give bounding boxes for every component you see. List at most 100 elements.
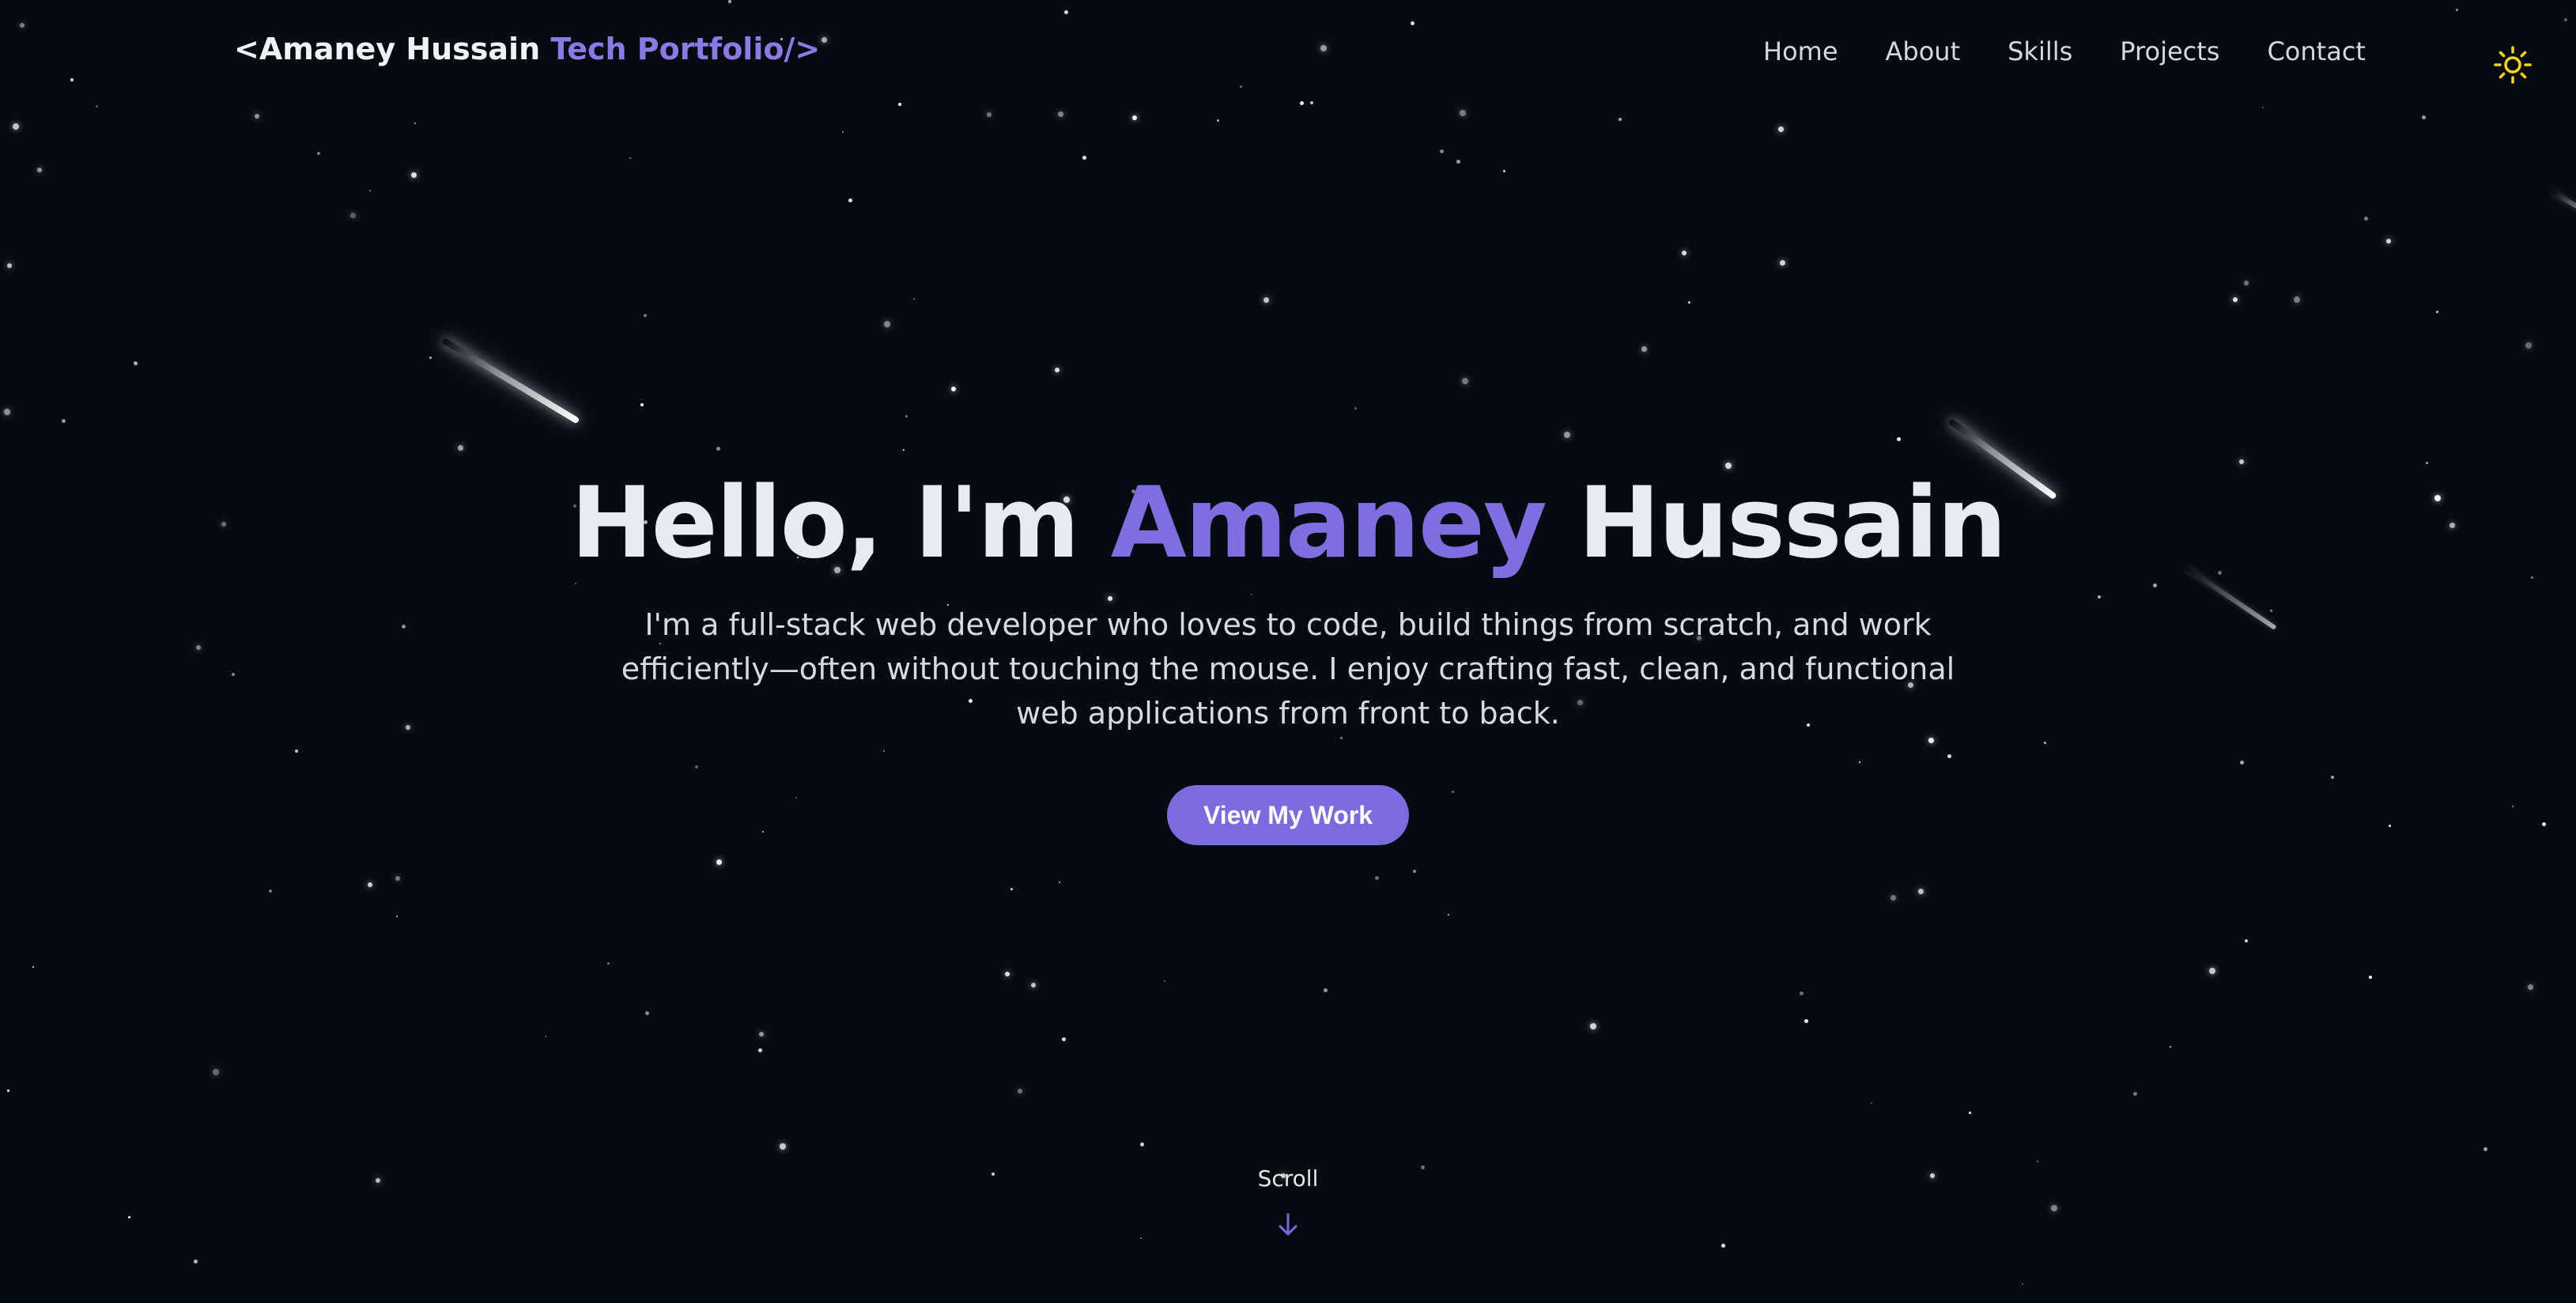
- nav-skills[interactable]: Skills: [2008, 36, 2072, 66]
- star: [2270, 610, 2272, 612]
- star: [2133, 1092, 2137, 1096]
- star: [1031, 983, 1036, 988]
- star: [1800, 991, 1804, 995]
- nav-home[interactable]: Home: [1763, 36, 1838, 66]
- star: [255, 114, 259, 119]
- star: [2436, 311, 2438, 313]
- star: [134, 361, 138, 365]
- star: [2240, 761, 2244, 765]
- star: [987, 112, 991, 117]
- scroll-label: Scroll: [1257, 1165, 1319, 1192]
- star: [269, 889, 272, 893]
- star: [317, 152, 320, 155]
- brand-accent: Tech Portfolio/>: [540, 32, 821, 66]
- star: [905, 415, 908, 417]
- star: [2037, 1161, 2038, 1162]
- star: [1448, 914, 1449, 916]
- star: [406, 725, 410, 730]
- star: [1780, 260, 1785, 266]
- star: [70, 78, 74, 81]
- star: [2389, 825, 2391, 827]
- star: [884, 321, 890, 327]
- star: [1859, 761, 1860, 763]
- star: [1251, 594, 1252, 595]
- star: [716, 859, 722, 865]
- star: [1064, 10, 1068, 14]
- star: [640, 403, 644, 406]
- star: [1413, 870, 1416, 873]
- star: [1947, 754, 1951, 758]
- star: [1375, 876, 1379, 880]
- star: [7, 263, 12, 268]
- nav-projects[interactable]: Projects: [2120, 36, 2219, 66]
- star: [883, 750, 885, 752]
- shooting-star: [440, 337, 580, 425]
- star: [2244, 281, 2249, 285]
- star: [629, 157, 631, 159]
- star: [62, 419, 66, 423]
- star: [1918, 889, 1924, 894]
- star: [369, 190, 371, 191]
- star: [1682, 251, 1686, 255]
- star: [395, 876, 400, 881]
- star: [2422, 115, 2426, 119]
- star: [2245, 939, 2248, 942]
- star: [414, 123, 416, 124]
- star: [4, 409, 10, 415]
- star: [2369, 976, 2372, 979]
- star: [795, 797, 797, 799]
- star: [1263, 297, 1269, 303]
- hero-title: Hello, I'm Amaney Hussain: [0, 466, 2576, 580]
- star: [1240, 85, 1242, 88]
- star: [350, 213, 356, 218]
- star: [1058, 111, 1063, 117]
- theme-toggle-button[interactable]: [2492, 44, 2533, 85]
- star: [2051, 1205, 2057, 1211]
- star: [1300, 101, 1304, 105]
- star: [2153, 584, 2157, 587]
- star: [1721, 1244, 1725, 1248]
- star: [196, 645, 201, 650]
- star: [728, 0, 731, 3]
- star: [1354, 407, 1357, 410]
- star: [2294, 296, 2300, 303]
- star: [1456, 160, 1460, 164]
- view-my-work-button[interactable]: View My Work: [1167, 785, 1409, 845]
- star: [1340, 737, 1343, 739]
- sun-icon: [2494, 46, 2532, 84]
- star: [1140, 1142, 1144, 1146]
- star: [903, 449, 905, 451]
- star: [295, 750, 298, 753]
- star: [2170, 1046, 2171, 1048]
- nav-contact[interactable]: Contact: [2267, 36, 2366, 66]
- star: [411, 172, 417, 178]
- star: [1320, 45, 1327, 51]
- star: [913, 298, 915, 300]
- star: [695, 765, 698, 769]
- star: [2512, 806, 2514, 807]
- hero-section: <Amaney Hussain Tech Portfolio/> Home Ab…: [0, 0, 2576, 1303]
- star: [545, 1036, 546, 1037]
- site-logo[interactable]: <Amaney Hussain Tech Portfolio/>: [234, 32, 820, 66]
- star: [1062, 1037, 1066, 1041]
- nav-about[interactable]: About: [1886, 36, 1961, 66]
- star: [13, 123, 19, 130]
- star: [20, 23, 25, 28]
- star: [2098, 595, 2101, 599]
- star: [1890, 895, 1896, 901]
- star: [1140, 1237, 1142, 1239]
- star: [2022, 1283, 2023, 1285]
- star: [1324, 988, 1328, 992]
- star: [1641, 346, 1647, 352]
- star: [645, 1011, 649, 1015]
- shooting-star: [2551, 190, 2576, 218]
- star: [759, 1032, 764, 1037]
- star: [1310, 101, 1313, 104]
- star: [2233, 297, 2238, 302]
- star: [762, 831, 764, 833]
- star: [128, 1216, 130, 1218]
- star: [2528, 984, 2533, 990]
- star: [2331, 776, 2334, 779]
- arrow-down-icon[interactable]: [1275, 1211, 1301, 1238]
- star: [2262, 107, 2264, 108]
